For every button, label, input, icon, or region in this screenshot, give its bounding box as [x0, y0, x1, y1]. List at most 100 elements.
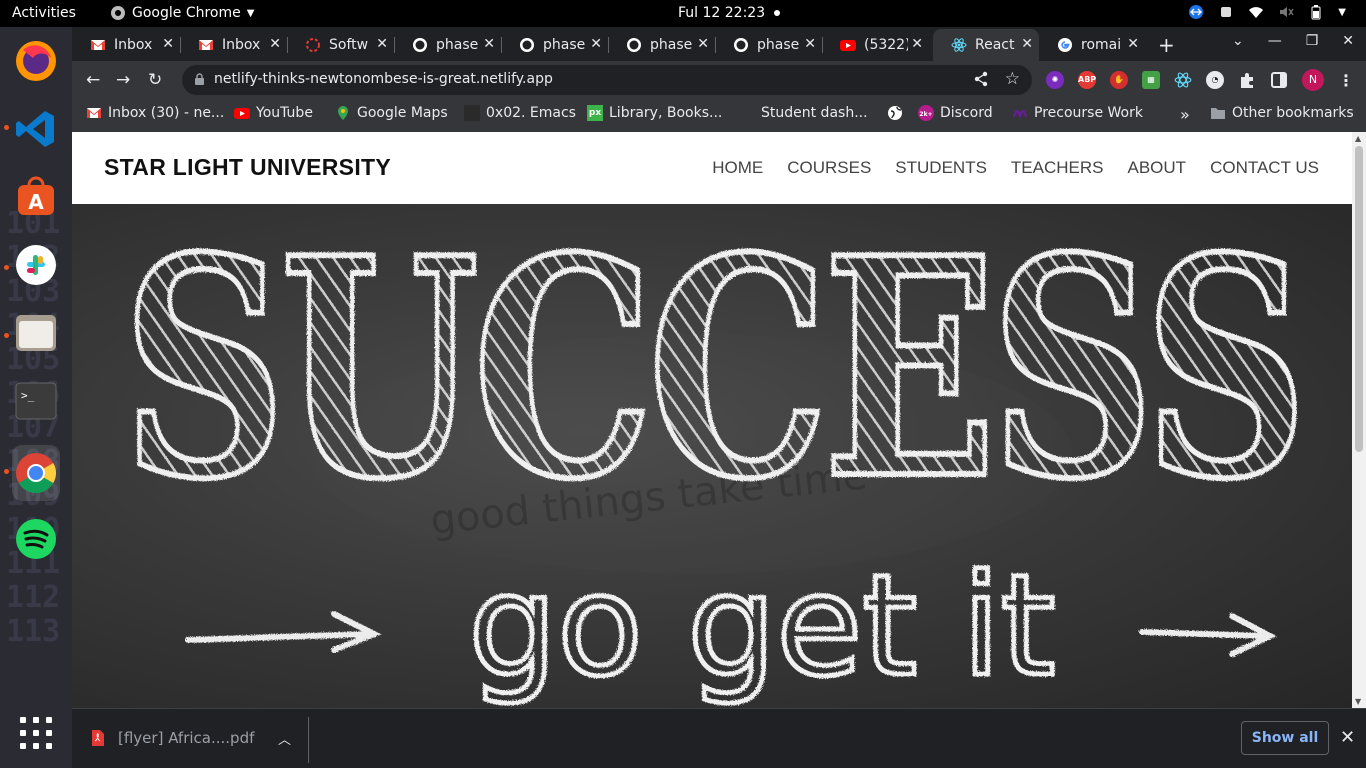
- battery-icon[interactable]: [1308, 4, 1324, 20]
- bookmark-google-maps[interactable]: Google Maps: [335, 105, 448, 121]
- close-tab-icon[interactable]: ✕: [697, 36, 709, 52]
- system-tray[interactable]: ▼: [1188, 4, 1346, 20]
- bookmark-label: YouTube: [256, 105, 313, 121]
- spotify-icon[interactable]: [12, 515, 60, 563]
- tab-react-active[interactable]: React ✕: [933, 29, 1039, 61]
- dash-icon: [739, 105, 755, 121]
- back-icon[interactable]: ←: [86, 70, 100, 90]
- tab-youtube[interactable]: (5322) ✕: [822, 29, 929, 61]
- timer-extension-icon[interactable]: ◔: [1206, 71, 1224, 89]
- bookmark-discord[interactable]: 2k+ Discord: [918, 105, 993, 121]
- react-devtools-icon[interactable]: [1174, 71, 1192, 89]
- close-tab-icon[interactable]: ✕: [911, 36, 923, 52]
- tab-inbox-2[interactable]: Inbox ✕: [180, 29, 287, 61]
- scroll-up-icon[interactable]: ▲: [1355, 134, 1361, 143]
- tab-phase-4[interactable]: phase ✕: [715, 29, 822, 61]
- profile-avatar[interactable]: N: [1302, 69, 1324, 91]
- share-icon[interactable]: [972, 70, 990, 88]
- slack-icon[interactable]: [12, 241, 60, 289]
- github-icon: [734, 38, 748, 52]
- close-tab-icon[interactable]: ✕: [269, 36, 281, 52]
- teamviewer-icon[interactable]: [1188, 4, 1204, 20]
- close-tab-icon[interactable]: ✕: [1127, 36, 1139, 52]
- activities-button[interactable]: Activities: [12, 5, 76, 21]
- tab-software[interactable]: Softw ✕: [287, 29, 394, 61]
- bookmark-library[interactable]: px Library, Books...: [587, 105, 722, 121]
- show-all-button[interactable]: Show all: [1241, 721, 1329, 755]
- reload-icon[interactable]: ↻: [148, 70, 162, 90]
- close-tab-icon[interactable]: ✕: [590, 36, 602, 52]
- bookmark-youtube[interactable]: YouTube: [234, 105, 313, 121]
- tab-search-icon[interactable]: ⌄: [1232, 33, 1244, 49]
- software-center-icon[interactable]: A: [12, 173, 60, 221]
- site-brand[interactable]: STAR LIGHT UNIVERSITY: [104, 154, 391, 181]
- bookmarks-overflow-button[interactable]: »: [1180, 105, 1190, 124]
- address-bar[interactable]: netlify-thinks-newtonombese-is-great.net…: [182, 65, 1032, 95]
- window-controls: ⌄ — ❐ ✕: [1232, 33, 1354, 49]
- hand-extension-icon[interactable]: ✋: [1110, 71, 1128, 89]
- extensions-puzzle-icon[interactable]: [1238, 71, 1256, 89]
- extension-purple-icon[interactable]: ✺: [1046, 71, 1064, 89]
- menu-kebab-icon[interactable]: ⋮: [1338, 71, 1354, 90]
- colorful-extension-icon[interactable]: ▦: [1142, 71, 1160, 89]
- bookmark-globe[interactable]: [887, 105, 903, 121]
- bookmark-student-dash[interactable]: Student dash...: [739, 105, 868, 121]
- bookmark-emacs[interactable]: 0x02. Emacs: [464, 105, 576, 121]
- close-window-icon[interactable]: ✕: [1342, 33, 1354, 49]
- nav-teachers[interactable]: TEACHERS: [1011, 158, 1104, 178]
- tab-google[interactable]: romai ✕: [1039, 29, 1145, 61]
- scroll-down-icon[interactable]: ▼: [1355, 697, 1361, 706]
- volume-icon[interactable]: [1278, 4, 1294, 20]
- tab-title: Inbox: [222, 37, 261, 53]
- close-shelf-icon[interactable]: ✕: [1340, 727, 1355, 748]
- side-panel-icon[interactable]: [1270, 71, 1288, 89]
- adblock-plus-icon[interactable]: ABP: [1078, 71, 1096, 89]
- close-tab-icon[interactable]: ✕: [483, 36, 495, 52]
- download-file-name: [flyer] Africa....pdf: [118, 729, 255, 747]
- tab-inbox-1[interactable]: Inbox ✕: [72, 29, 180, 61]
- close-tab-icon[interactable]: ✕: [804, 36, 816, 52]
- bookmark-precourse[interactable]: Precourse Work: [1012, 105, 1143, 121]
- bookmark-star-icon[interactable]: ☆: [1005, 69, 1020, 89]
- maximize-icon[interactable]: ❐: [1306, 33, 1319, 49]
- show-applications-icon[interactable]: [20, 717, 52, 749]
- tab-title: phase: [650, 37, 692, 53]
- nav-courses[interactable]: COURSES: [787, 158, 871, 178]
- vscode-icon[interactable]: [12, 105, 60, 153]
- firefox-icon[interactable]: [12, 37, 60, 85]
- clock[interactable]: Ful 12 22:23: [678, 5, 765, 21]
- page-scrollbar[interactable]: ▲ ▼: [1352, 132, 1366, 708]
- nav-contact-us[interactable]: CONTACT US: [1210, 158, 1319, 178]
- files-icon[interactable]: [12, 309, 60, 357]
- slack-tray-icon[interactable]: [1218, 4, 1234, 20]
- other-bookmarks[interactable]: Other bookmarks: [1210, 105, 1354, 121]
- forward-icon[interactable]: →: [116, 70, 130, 90]
- react-icon: [951, 38, 967, 52]
- nav-home[interactable]: HOME: [712, 158, 763, 178]
- new-tab-button[interactable]: +: [1158, 33, 1175, 57]
- lock-icon[interactable]: [194, 73, 205, 86]
- tab-title: Softw: [329, 37, 369, 53]
- download-item[interactable]: [flyer] Africa....pdf: [92, 729, 254, 747]
- close-tab-icon[interactable]: ✕: [162, 36, 174, 52]
- scrollbar-thumb[interactable]: [1355, 146, 1363, 452]
- chrome-dock-icon[interactable]: [12, 445, 60, 501]
- chevron-up-icon[interactable]: ︿: [278, 729, 291, 748]
- close-tab-icon[interactable]: ✕: [376, 36, 388, 52]
- system-menu-arrow-icon[interactable]: ▼: [1338, 7, 1346, 18]
- svg-text:2k+: 2k+: [919, 111, 932, 118]
- youtube-icon: [234, 108, 250, 119]
- tab-phase-2[interactable]: phase ✕: [501, 29, 608, 61]
- app-menu[interactable]: Google Chrome ▼: [110, 5, 254, 21]
- terminal-icon[interactable]: >_: [12, 377, 60, 425]
- url-text[interactable]: netlify-thinks-newtonombese-is-great.net…: [214, 71, 553, 87]
- nav-students[interactable]: STUDENTS: [895, 158, 987, 178]
- bookmark-inbox[interactable]: Inbox (30) - ne...: [86, 105, 224, 121]
- tab-phase-1[interactable]: phase ✕: [394, 29, 501, 61]
- minimize-icon[interactable]: —: [1268, 33, 1282, 49]
- tab-phase-3[interactable]: phase ✕: [608, 29, 715, 61]
- wifi-icon[interactable]: [1248, 4, 1264, 20]
- nav-about[interactable]: ABOUT: [1128, 158, 1187, 178]
- close-tab-icon[interactable]: ✕: [1021, 36, 1033, 52]
- other-bookmarks-label: Other bookmarks: [1232, 105, 1354, 121]
